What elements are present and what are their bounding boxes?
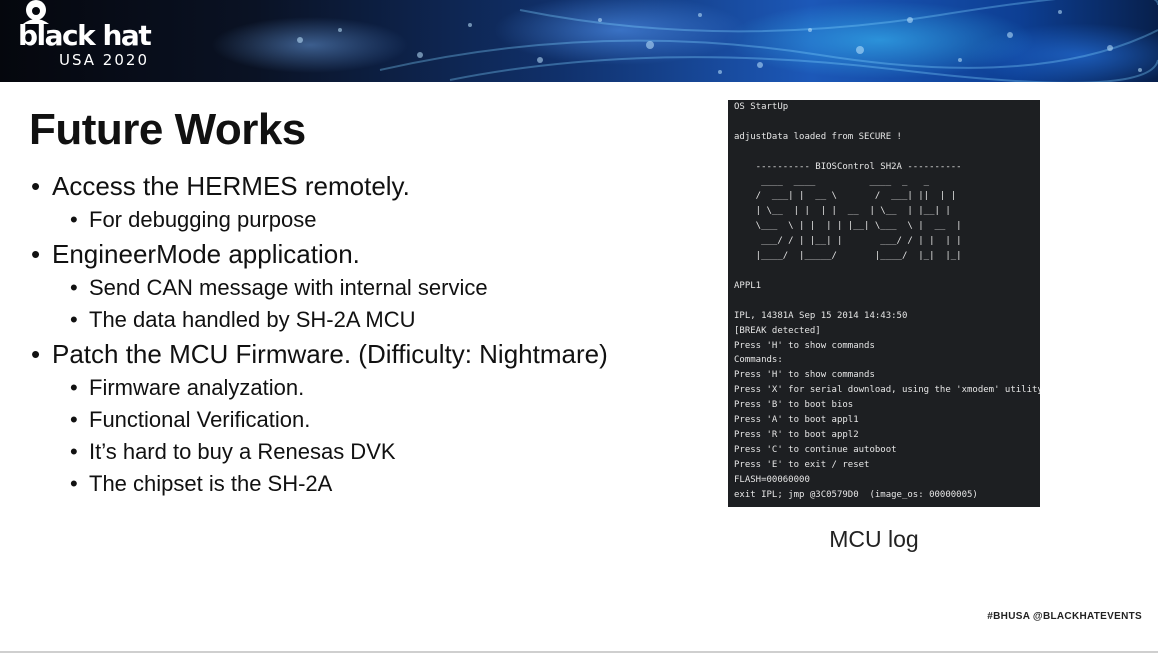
- terminal-output: OS StartUp adjustData loaded from SECURE…: [734, 102, 1040, 500]
- sub-bullet-item: • Send CAN message with internal service: [31, 272, 711, 304]
- logo-wordmark: black hat: [18, 19, 152, 52]
- sub-bullet-text: Firmware analyzation.: [89, 375, 305, 400]
- blackhat-logo: black hat USA 2020: [18, 0, 193, 74]
- slide-title: Future Works: [29, 105, 306, 154]
- bullet-dot: •: [31, 239, 41, 269]
- bullet-item: • EngineerMode application.: [31, 236, 711, 272]
- bullet-dot: •: [70, 439, 78, 464]
- sub-bullet-item: • Firmware analyzation.: [31, 372, 711, 404]
- bullet-text: EngineerMode application.: [52, 239, 360, 269]
- sub-bullet-item: • The chipset is the SH-2A: [31, 468, 711, 500]
- bullet-text: Access the HERMES remotely.: [52, 171, 410, 201]
- sub-bullet-text: Functional Verification.: [89, 407, 311, 432]
- footer-divider: [0, 651, 1158, 653]
- figure-caption: MCU log: [829, 526, 919, 552]
- sub-bullet-text: The chipset is the SH-2A: [89, 471, 333, 496]
- logo-event-label: USA 2020: [59, 51, 149, 69]
- bullet-list: • Access the HERMES remotely. • For debu…: [31, 168, 711, 500]
- footer-hashtags: #BHUSA @BLACKHATEVENTS: [987, 611, 1142, 622]
- sub-bullet-text: It’s hard to buy a Renesas DVK: [89, 439, 396, 464]
- bullet-item: • Access the HERMES remotely.: [31, 168, 711, 204]
- sub-bullet-item: • Functional Verification.: [31, 404, 711, 436]
- bullet-text: Patch the MCU Firmware. (Difficulty: Nig…: [52, 339, 608, 369]
- header-banner: black hat USA 2020: [0, 0, 1158, 82]
- sub-bullet-item: • For debugging purpose: [31, 204, 711, 236]
- sub-bullet-text: The data handled by SH-2A MCU: [89, 307, 416, 332]
- sub-bullet-text: For debugging purpose: [89, 207, 317, 232]
- bullet-dot: •: [70, 407, 78, 432]
- sub-bullet-item: • The data handled by SH-2A MCU: [31, 304, 711, 336]
- bullet-dot: •: [70, 307, 78, 332]
- sub-bullet-text: Send CAN message with internal service: [89, 275, 488, 300]
- bullet-item: • Patch the MCU Firmware. (Difficulty: N…: [31, 336, 711, 372]
- mcu-log-screenshot: OS StartUp adjustData loaded from SECURE…: [728, 100, 1040, 507]
- bullet-dot: •: [70, 375, 78, 400]
- bullet-dot: •: [70, 207, 78, 232]
- sub-bullet-item: • It’s hard to buy a Renesas DVK: [31, 436, 711, 468]
- bullet-dot: •: [70, 275, 78, 300]
- bullet-dot: •: [31, 339, 41, 369]
- bullet-dot: •: [70, 471, 78, 496]
- bullet-dot: •: [31, 171, 41, 201]
